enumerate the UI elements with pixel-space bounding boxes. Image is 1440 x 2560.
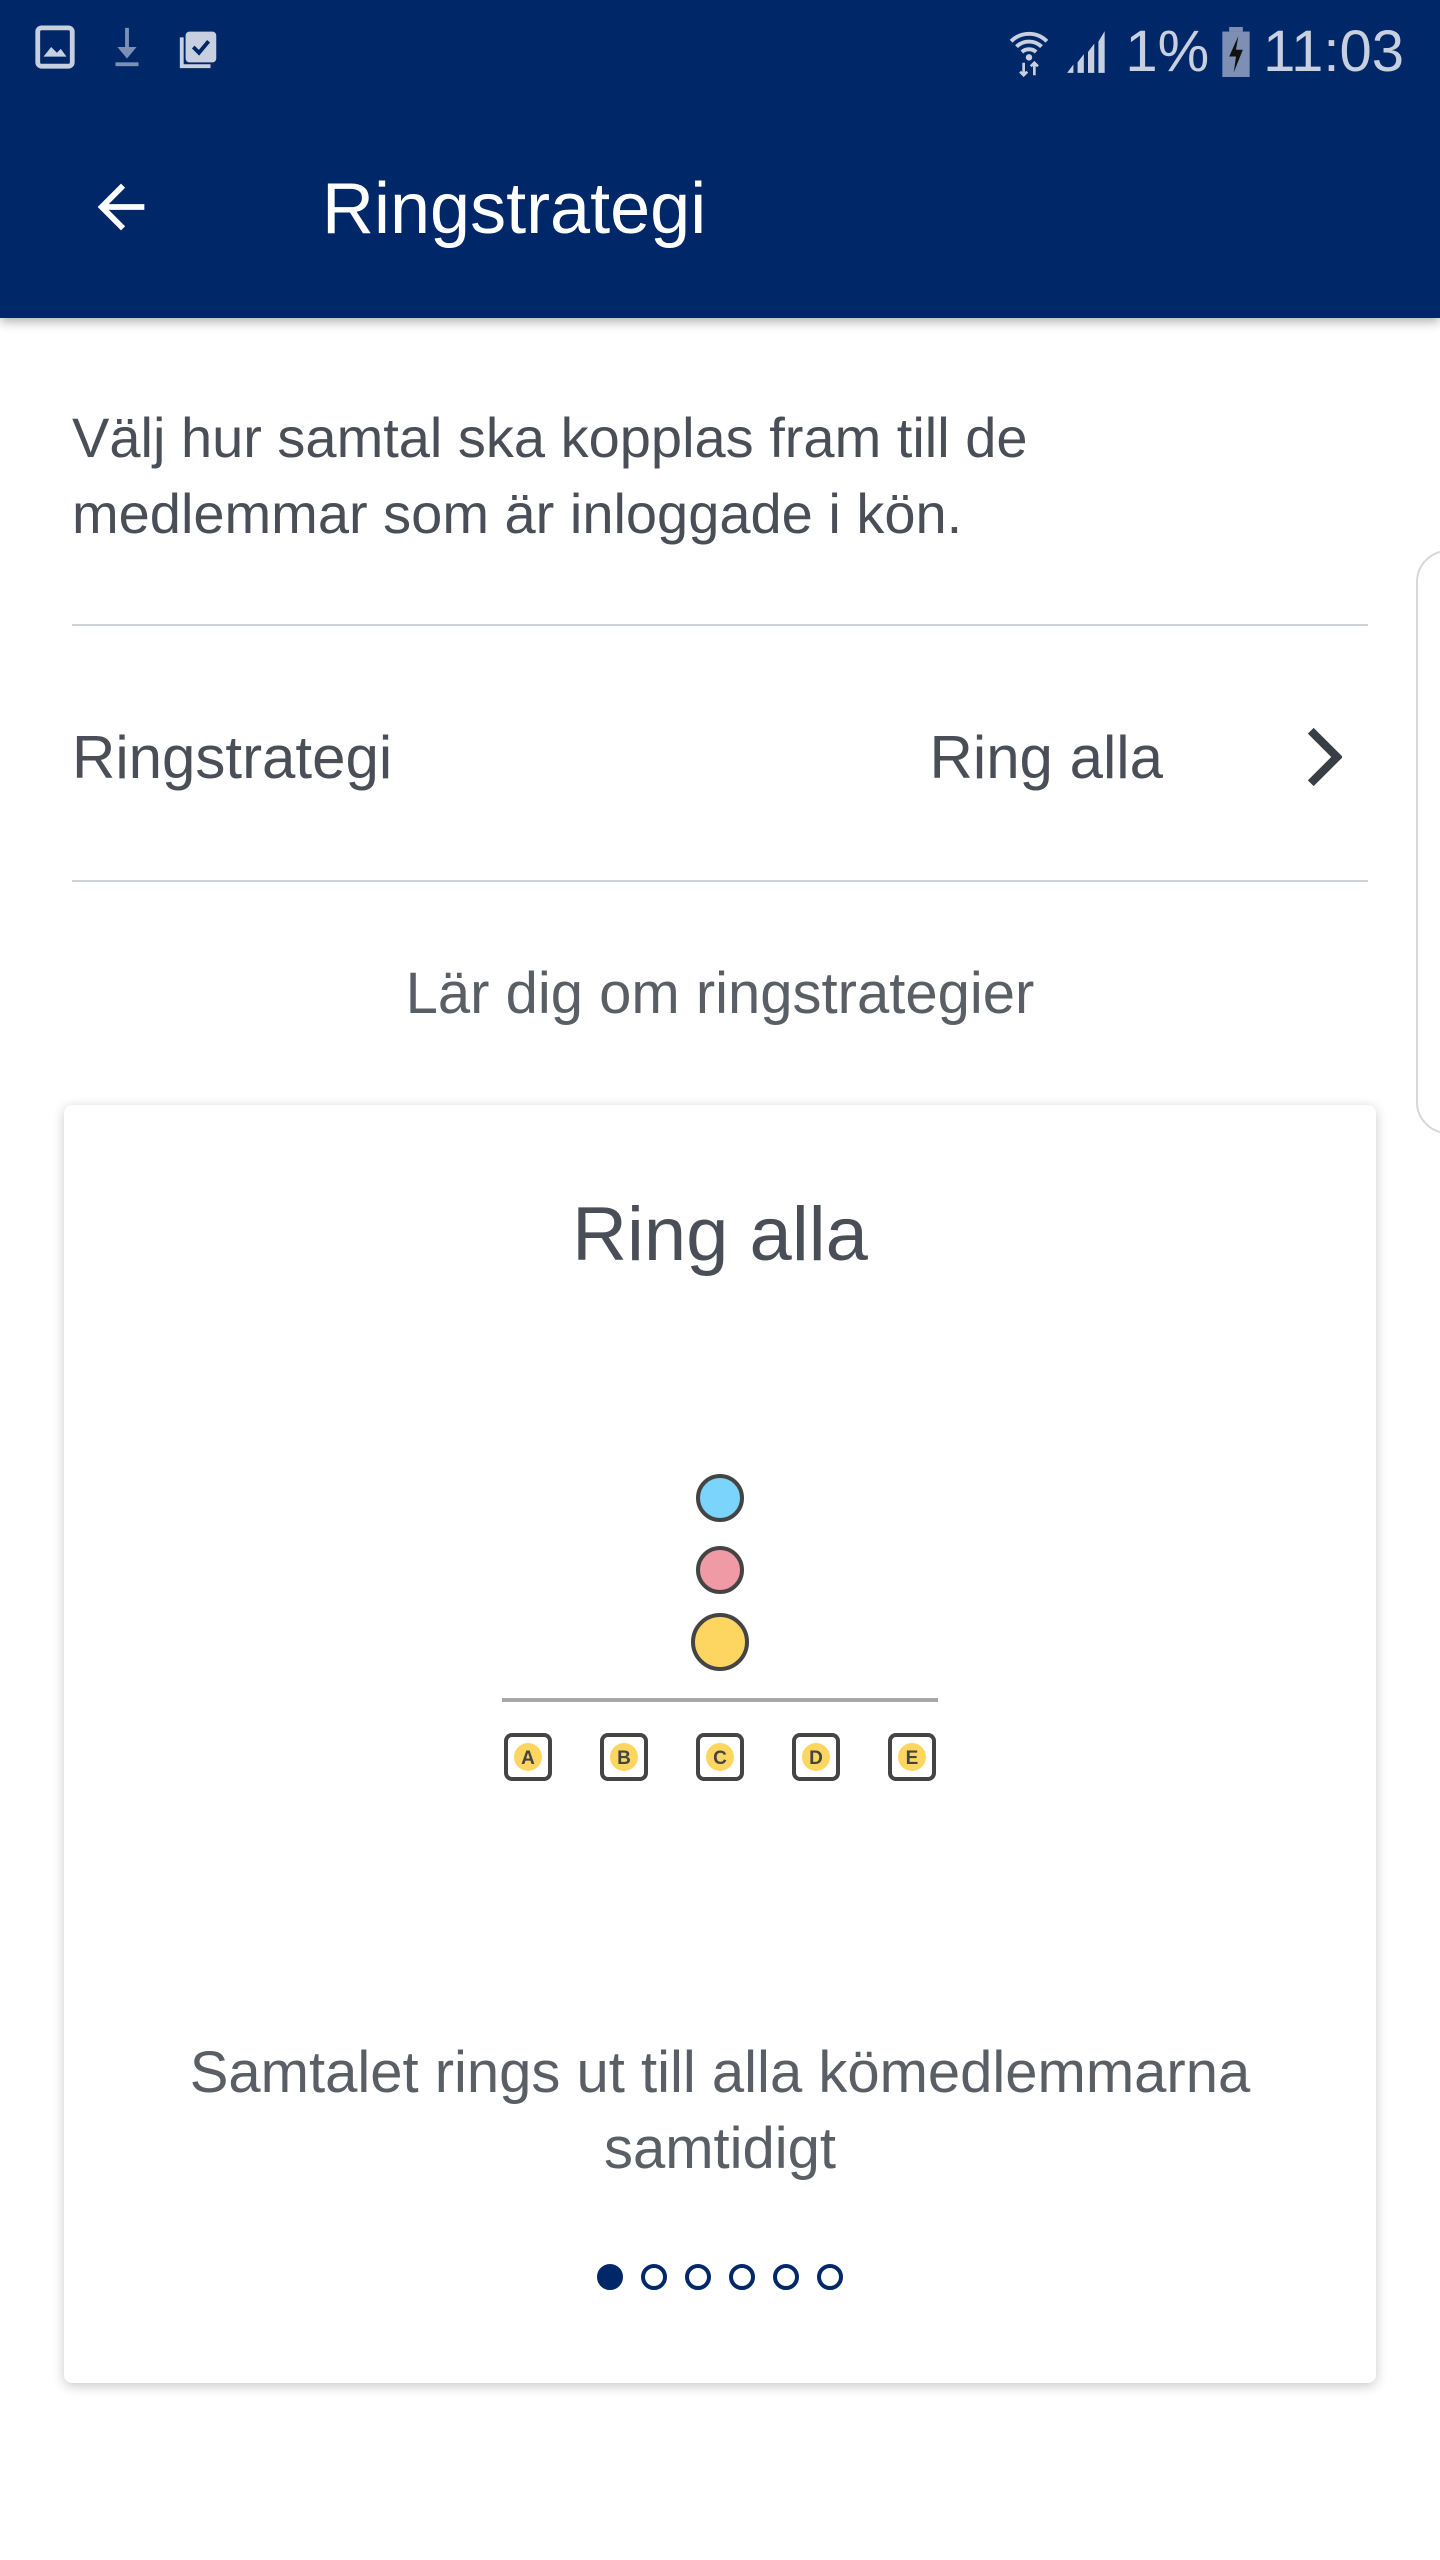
- page-indicator: [64, 2264, 1376, 2290]
- page-dot-4[interactable]: [729, 2264, 755, 2290]
- ring-all-illustration: A B C D E: [502, 1474, 938, 1781]
- battery-percent: 1%: [1125, 19, 1210, 84]
- page-dot-1[interactable]: [597, 2264, 623, 2290]
- svg-text:B: B: [617, 1748, 631, 1769]
- page-title: Ringstrategi: [322, 169, 707, 249]
- divider: [72, 624, 1368, 626]
- call-circle-yellow: [691, 1613, 749, 1671]
- queue-member-a: A: [504, 1733, 552, 1781]
- status-bar: 1% 11:03: [0, 0, 1440, 100]
- call-circle-pink: [696, 1546, 744, 1594]
- queue-member-b: B: [600, 1733, 648, 1781]
- battery-charging-icon: [1222, 26, 1250, 77]
- back-button[interactable]: [86, 172, 156, 242]
- card-title: Ring alla: [572, 1192, 868, 1277]
- page-dot-3[interactable]: [685, 2264, 711, 2290]
- learn-ring-strategies-link[interactable]: Lär dig om ringstrategier: [0, 960, 1440, 1027]
- strategy-card[interactable]: Ring alla A B C D E Samtalet rings ut till a…: [64, 1105, 1376, 2383]
- queue-member-e: E: [888, 1733, 936, 1781]
- card-description: Samtalet rings ut till alla kömedlemmarn…: [189, 2040, 1251, 2181]
- call-circle-blue: [696, 1474, 744, 1522]
- queue-member-c: C: [696, 1733, 744, 1781]
- queue-member-d: D: [792, 1733, 840, 1781]
- chevron-right-icon: [1307, 727, 1342, 787]
- svg-text:E: E: [906, 1748, 919, 1769]
- svg-text:A: A: [521, 1748, 535, 1769]
- svg-text:C: C: [713, 1748, 727, 1769]
- signal-icon: [1067, 30, 1105, 73]
- divider: [72, 880, 1368, 882]
- clock: 11:03: [1263, 19, 1404, 84]
- intro-text: Välj hur samtal ska kopplas fram till de…: [72, 406, 1028, 545]
- wifi-icon: [1010, 31, 1049, 77]
- app-bar: 1% 11:03 Ringstrategi: [0, 0, 1440, 318]
- download-icon: [115, 27, 139, 67]
- svg-text:D: D: [809, 1748, 823, 1769]
- row-label: Ringstrategi: [72, 724, 393, 791]
- page-dot-6[interactable]: [817, 2264, 843, 2290]
- page-dot-5[interactable]: [773, 2264, 799, 2290]
- ring-strategy-row[interactable]: Ringstrategi Ring alla: [72, 627, 1368, 881]
- row-value: Ring alla: [929, 724, 1163, 791]
- edge-panel-handle[interactable]: [1416, 550, 1440, 1134]
- clipboard-check-icon: [179, 31, 217, 69]
- image-icon: [35, 25, 75, 69]
- page-dot-2[interactable]: [641, 2264, 667, 2290]
